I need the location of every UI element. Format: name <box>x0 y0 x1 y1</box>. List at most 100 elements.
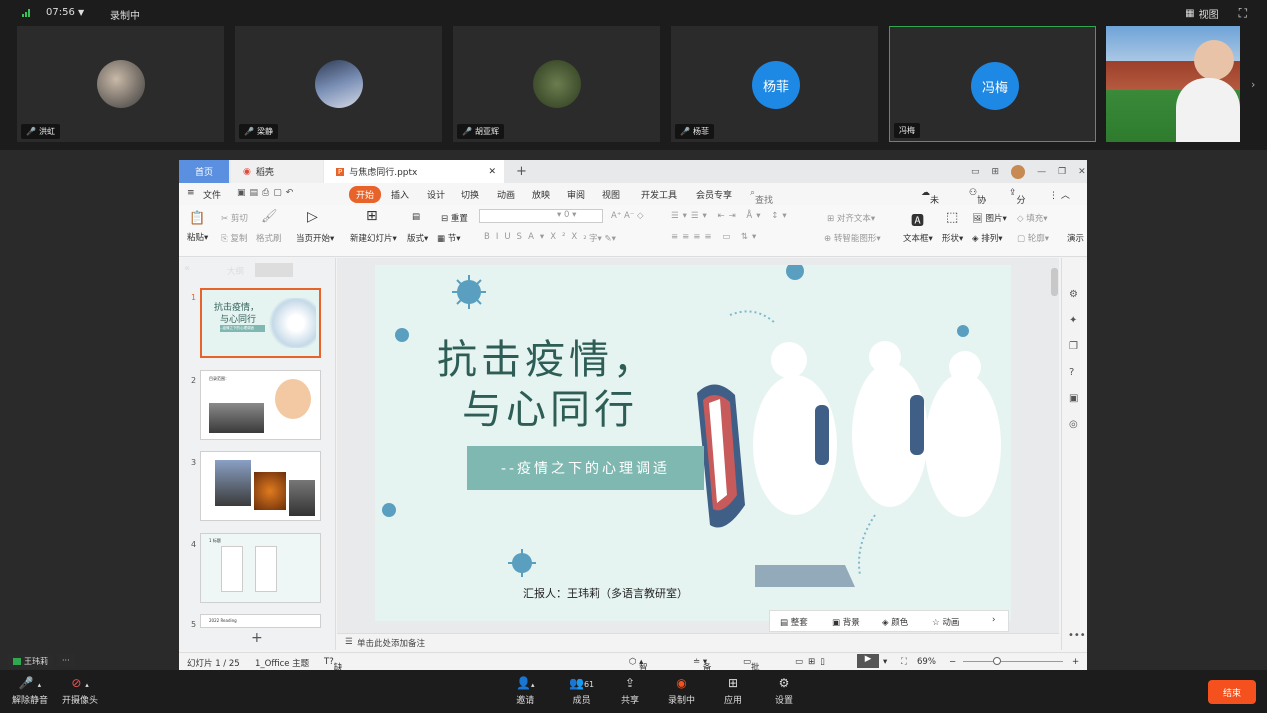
close-icon[interactable]: ✕ <box>488 167 496 177</box>
animation-button[interactable]: ☆ 动画 <box>932 616 959 628</box>
command-search[interactable]: ⌕ 查找命令、搜索模板 <box>750 188 773 258</box>
next-page-icon[interactable]: › <box>1251 78 1255 91</box>
copy-button[interactable]: ⎘ 复制 <box>221 232 248 244</box>
tidy-button[interactable]: ▤ 整套 <box>780 616 808 628</box>
tab-home[interactable]: 首页 <box>179 160 229 183</box>
participant-tile[interactable]: 杨菲 🎤 杨菲 <box>671 26 878 142</box>
help-icon[interactable]: ? <box>1069 360 1078 386</box>
properties-icon[interactable]: ⚙ <box>1069 282 1078 308</box>
missing-font-button[interactable]: T? 缺失字体 <box>324 657 342 709</box>
menu-show[interactable]: 放映 <box>532 188 550 201</box>
share-button[interactable]: ⇪ 共享 <box>621 676 639 706</box>
tab-outline[interactable]: 大纲 <box>227 265 244 277</box>
menu-switch[interactable]: 切换 <box>461 188 479 201</box>
image-icon[interactable]: ▣ <box>1069 386 1078 412</box>
menu-view[interactable]: 视图 <box>602 188 620 201</box>
view-mode-icons[interactable]: ▭⊞▯ <box>795 657 830 667</box>
picture-button[interactable]: 🖼 图片▾ <box>972 212 1007 224</box>
user-avatar[interactable] <box>1011 164 1026 179</box>
section-button[interactable]: ▦ 节▾ <box>437 232 461 244</box>
textbox-button[interactable]: 文本框▾ <box>903 232 933 244</box>
camera-button[interactable]: ⊘ ▴ 开摄像头 <box>62 676 98 706</box>
notes-pane[interactable]: ☰ 单击此处添加备注 <box>337 633 1059 650</box>
more-icon[interactable]: ⋮ ︿ <box>1049 188 1070 201</box>
textbox-icon[interactable]: 🅰 <box>911 210 924 229</box>
zoom-slider[interactable] <box>963 661 1063 662</box>
paste-icon[interactable]: 📋 <box>189 211 205 226</box>
end-meeting-button[interactable]: 结束 <box>1208 680 1256 704</box>
restore-icon[interactable]: ❐ <box>1058 167 1066 177</box>
pin-icon[interactable]: ✦ <box>1069 308 1078 334</box>
layout-icon[interactable]: ▭ <box>971 167 980 177</box>
play-from-current-button[interactable]: 当页开始▾ <box>296 232 334 244</box>
font-grow-shrink-icons[interactable]: A⁺ A⁻ ◇ <box>611 211 644 221</box>
font-size-field[interactable]: ▾ 0 ▾ <box>557 210 576 220</box>
location-icon[interactable]: ◎ <box>1069 412 1078 438</box>
zoom-slider-handle[interactable] <box>993 657 1001 665</box>
smart-art-button[interactable]: ⊕ 转智能图形▾ <box>824 232 881 244</box>
share-button[interactable]: ⇪ 分享 <box>1009 188 1026 219</box>
arrange-button[interactable]: ◈ 排列▾ <box>972 232 1003 244</box>
new-slide-icon[interactable]: ⊞ <box>366 208 378 224</box>
list-icons[interactable]: ☰▾☰▾ ⇤⇥ Å▾ ↕▾ <box>671 211 791 221</box>
menu-start[interactable]: 开始 <box>349 186 382 203</box>
unmute-button[interactable]: 🎤 ▴ 解除静音 <box>12 676 48 706</box>
slide-thumbnail-1[interactable]: 抗击疫情， 与心同行 --疫情之下的心理调适 <box>200 288 321 358</box>
zoom-in-icon[interactable]: + <box>1072 657 1079 667</box>
speaker-video[interactable] <box>1106 26 1240 142</box>
menu-icon[interactable]: ≡ <box>187 188 195 198</box>
align-icons[interactable]: ≡≡≡≡ ▭ ⇅▾ <box>671 232 760 242</box>
participant-tile[interactable]: 🎤 胡亚辉 <box>453 26 660 142</box>
view-button[interactable]: ▦ 视图 <box>1185 6 1218 21</box>
menu-insert[interactable]: 插入 <box>391 188 409 201</box>
more-dots-icon[interactable]: ••• <box>1068 630 1086 641</box>
menu-review[interactable]: 审阅 <box>567 188 585 201</box>
font-name-field[interactable] <box>479 209 603 223</box>
play-icon[interactable]: ▷ <box>307 209 318 225</box>
layout-button[interactable]: 版式▾ <box>407 232 428 244</box>
format-painter-icon[interactable]: 🖌 <box>261 209 278 224</box>
notes-button[interactable]: ≐ 备注▾ <box>693 657 711 685</box>
paste-button[interactable]: 粘贴▾ <box>187 231 208 243</box>
quick-access-icons[interactable]: ▣▤⎙▢↶ <box>237 188 297 198</box>
align-text-button[interactable]: ⊞ 对齐文本▾ <box>827 212 875 224</box>
fit-icon[interactable]: ⛶ <box>901 657 907 667</box>
new-slide-button[interactable]: 新建幻灯片▾ <box>350 232 397 244</box>
format-painter-button[interactable]: 格式刷 <box>256 232 282 244</box>
collab-button[interactable]: ⚇ 协作 <box>969 188 986 219</box>
shape-icon[interactable]: ⬚ <box>946 210 958 225</box>
minimize-icon[interactable]: — <box>1037 167 1046 177</box>
participant-tile-active[interactable]: 冯梅 冯梅 <box>889 26 1096 142</box>
copy-icon[interactable]: ❐ <box>1069 334 1078 360</box>
tab-file[interactable]: P 与焦虑同行.pptx ✕ <box>324 160 504 183</box>
recording-button[interactable]: ◉ 录制中 <box>668 676 695 706</box>
beautify-button[interactable]: ⬡ 智能美化 ▴ <box>629 657 648 709</box>
present-button[interactable]: 演示 <box>1067 232 1084 244</box>
apps-icon[interactable]: ⊞ <box>992 167 1000 177</box>
participant-tile[interactable]: 🎤 梁静 <box>235 26 442 142</box>
slide-thumbnail-5[interactable]: 2022 Reading <box>200 614 321 628</box>
fullscreen-icon[interactable]: ⛶ <box>1239 6 1247 21</box>
settings-button[interactable]: ⚙ 设置 <box>775 676 793 706</box>
tab-daoke[interactable]: ◉ 稻壳 <box>231 160 323 183</box>
background-button[interactable]: ▣ 背景 <box>832 616 860 628</box>
highlight-icons[interactable]: 字▾ ✎▾ <box>589 232 616 244</box>
invite-button[interactable]: 👤▴ 邀请 <box>516 676 534 706</box>
slide[interactable]: 抗击疫情， 与心同行 --疫情之下的心理调适 汇报人：王玮莉（多语言教研室） <box>375 265 1011 621</box>
cut-button[interactable]: ✂ 剪切 <box>221 212 248 224</box>
slide-thumbnail-4[interactable]: 1 标题 <box>200 533 321 603</box>
menu-design[interactable]: 设计 <box>427 188 445 201</box>
collapse-panel-icon[interactable]: « <box>184 263 190 274</box>
new-tab-icon[interactable]: + <box>504 160 527 183</box>
outline-button[interactable]: ▢ 轮廓▾ <box>1017 232 1049 244</box>
font-style-icons[interactable]: BIUSA▾X²X₂ <box>484 232 593 242</box>
fill-button[interactable]: ◇ 填充▾ <box>1017 212 1048 224</box>
reset-button[interactable]: ⊟ 重置 <box>441 212 468 224</box>
close-window-icon[interactable]: ✕ <box>1078 167 1086 177</box>
members-button[interactable]: 👥61 成员 <box>569 676 594 706</box>
participant-tile[interactable]: 🎤 洪虹 <box>17 26 224 142</box>
slide-thumbnail-2[interactable]: 目录范围： <box>200 370 321 440</box>
shape-button[interactable]: 形状▾ <box>942 232 963 244</box>
menu-animation[interactable]: 动画 <box>497 188 515 201</box>
add-slide-icon[interactable]: + <box>251 630 263 646</box>
